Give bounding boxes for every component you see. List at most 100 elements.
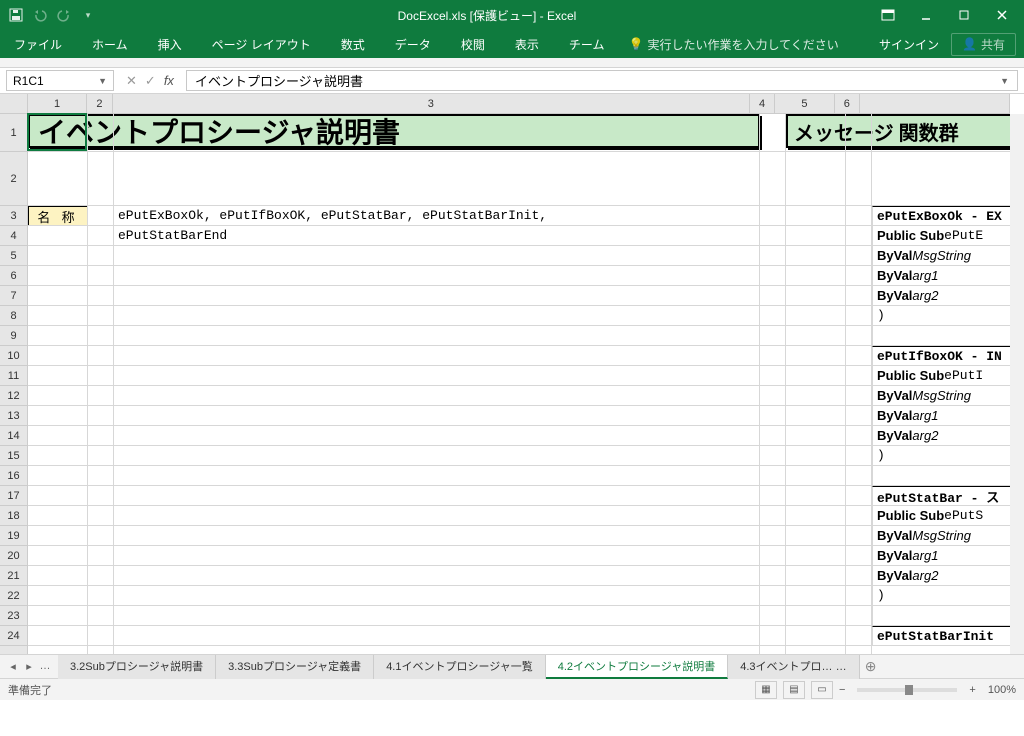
column-header[interactable]: 3 [113, 94, 750, 113]
cell[interactable] [872, 466, 1024, 486]
qat-customize-icon[interactable]: ▾ [80, 7, 96, 23]
cell[interactable]: ePutStatBar - ス [872, 486, 1024, 506]
close-icon[interactable] [984, 1, 1020, 29]
cell[interactable]: ByVal arg1 [872, 546, 1024, 566]
view-layout-icon[interactable]: ▤ [783, 681, 805, 699]
tab-team[interactable]: チーム [563, 32, 611, 57]
row-header[interactable]: 2 [0, 152, 27, 206]
row-header[interactable]: 4 [0, 226, 27, 246]
vertical-scrollbar[interactable] [1010, 114, 1024, 654]
cell[interactable]: イベントプロシージャ説明書 [28, 114, 760, 148]
sheet-tab[interactable]: 4.1イベントプロシージャ一覧 [374, 655, 546, 679]
tab-insert[interactable]: 挿入 [152, 32, 188, 57]
view-break-icon[interactable]: ▭ [811, 681, 833, 699]
sheet-tab[interactable]: 4.3イベントプロ… … [728, 655, 859, 679]
column-header[interactable]: 1 [28, 94, 87, 113]
tellme[interactable]: 💡 実行したい作業を入力してください [628, 36, 838, 53]
cell[interactable]: Public Sub ePutE [872, 226, 1024, 246]
cell[interactable]: ) [872, 306, 1024, 326]
row-header[interactable]: 16 [0, 466, 27, 486]
row-header[interactable]: 20 [0, 546, 27, 566]
row-header[interactable]: 5 [0, 246, 27, 266]
signin-link[interactable]: サインイン [879, 36, 939, 53]
cell[interactable] [872, 326, 1024, 346]
cell[interactable]: ByVal arg2 [872, 566, 1024, 586]
cell[interactable] [872, 606, 1024, 626]
select-all-corner[interactable] [0, 94, 28, 114]
row-header[interactable]: 6 [0, 266, 27, 286]
cancel-icon[interactable]: ✕ [126, 73, 137, 89]
row-header[interactable]: 17 [0, 486, 27, 506]
cell[interactable]: 名 称 [28, 206, 88, 226]
cell[interactable]: ePutIfBoxOK - IN [872, 346, 1024, 366]
tab-next-icon[interactable]: ▸ [22, 660, 36, 673]
chevron-down-icon[interactable]: ▼ [98, 76, 107, 86]
row-header[interactable]: 11 [0, 366, 27, 386]
tab-file[interactable]: ファイル [8, 32, 68, 57]
row-header[interactable]: 21 [0, 566, 27, 586]
name-box[interactable]: R1C1 ▼ [6, 70, 114, 91]
column-header[interactable]: 5 [775, 94, 834, 113]
share-button[interactable]: 👤 共有 [951, 33, 1016, 56]
enter-icon[interactable]: ✓ [145, 73, 156, 89]
view-normal-icon[interactable]: ▦ [755, 681, 777, 699]
column-header[interactable] [860, 94, 1010, 113]
row-header[interactable]: 19 [0, 526, 27, 546]
cell[interactable]: ePutExBoxOk, ePutIfBoxOK, ePutStatBar, e… [114, 206, 760, 226]
tab-first-icon[interactable]: ◂ [6, 660, 20, 673]
row-header[interactable]: 13 [0, 406, 27, 426]
cell[interactable]: ByVal arg2 [872, 426, 1024, 446]
chevron-down-icon[interactable]: ▼ [1000, 76, 1009, 86]
ribbon-display-icon[interactable] [870, 1, 906, 29]
sheet-tab[interactable]: 3.2Subプロシージャ説明書 [58, 655, 216, 679]
row-header[interactable]: 1 [0, 114, 27, 152]
undo-icon[interactable] [32, 7, 48, 23]
tab-home[interactable]: ホーム [86, 32, 134, 57]
formula-input[interactable]: イベントプロシージャ説明書 ▼ [186, 70, 1018, 91]
column-header[interactable]: 4 [750, 94, 776, 113]
row-header[interactable]: 14 [0, 426, 27, 446]
sheet-tab[interactable]: 4.2イベントプロシージャ説明書 [546, 655, 729, 679]
insert-function-icon[interactable]: fx [164, 73, 174, 88]
tab-data[interactable]: データ [389, 32, 437, 57]
row-header[interactable]: 7 [0, 286, 27, 306]
column-header[interactable]: 2 [87, 94, 113, 113]
cell[interactable]: Public Sub ePutI [872, 366, 1024, 386]
tab-ellipsis-icon[interactable]: … [38, 660, 52, 673]
zoom-in-icon[interactable]: + [969, 684, 975, 696]
cell[interactable]: ) [872, 586, 1024, 606]
row-header[interactable]: 12 [0, 386, 27, 406]
row-header[interactable]: 24 [0, 626, 27, 646]
sheet-tab[interactable]: 3.3Subプロシージャ定義書 [216, 655, 374, 679]
zoom-slider[interactable] [857, 688, 957, 692]
cell[interactable]: ePutStatBarInit [872, 626, 1024, 646]
row-header[interactable]: 9 [0, 326, 27, 346]
cell[interactable]: ePutStatBarEnd [114, 226, 760, 246]
cell[interactable]: ByVal MsgString [872, 526, 1024, 546]
minimize-icon[interactable] [908, 1, 944, 29]
cell[interactable]: ePutExBoxOk - EX [872, 206, 1024, 226]
row-header[interactable]: 23 [0, 606, 27, 626]
row-header[interactable]: 10 [0, 346, 27, 366]
cell[interactable]: ) [872, 446, 1024, 466]
cell[interactable]: ByVal MsgString [872, 246, 1024, 266]
cell[interactable]: メッセージ 関数群 [786, 114, 1024, 148]
tab-view[interactable]: 表示 [509, 32, 545, 57]
row-header[interactable]: 22 [0, 586, 27, 606]
tab-page-layout[interactable]: ページ レイアウト [206, 32, 317, 57]
redo-icon[interactable] [56, 7, 72, 23]
column-header[interactable]: 6 [835, 94, 861, 113]
zoom-out-icon[interactable]: − [839, 684, 845, 696]
maximize-icon[interactable] [946, 1, 982, 29]
add-sheet-button[interactable]: ⊕ [860, 658, 882, 675]
cell[interactable]: ByVal MsgString [872, 386, 1024, 406]
row-header[interactable]: 18 [0, 506, 27, 526]
row-header[interactable]: 3 [0, 206, 27, 226]
tab-formulas[interactable]: 数式 [335, 32, 371, 57]
row-header[interactable]: 8 [0, 306, 27, 326]
cells[interactable]: イベントプロシージャ説明書メッセージ 関数群名 称ePutExBoxOk, eP… [28, 114, 1010, 654]
row-header[interactable]: 15 [0, 446, 27, 466]
cell[interactable]: Public Sub ePutS [872, 506, 1024, 526]
cell[interactable]: ByVal arg1 [872, 266, 1024, 286]
cell[interactable]: ByVal arg2 [872, 286, 1024, 306]
